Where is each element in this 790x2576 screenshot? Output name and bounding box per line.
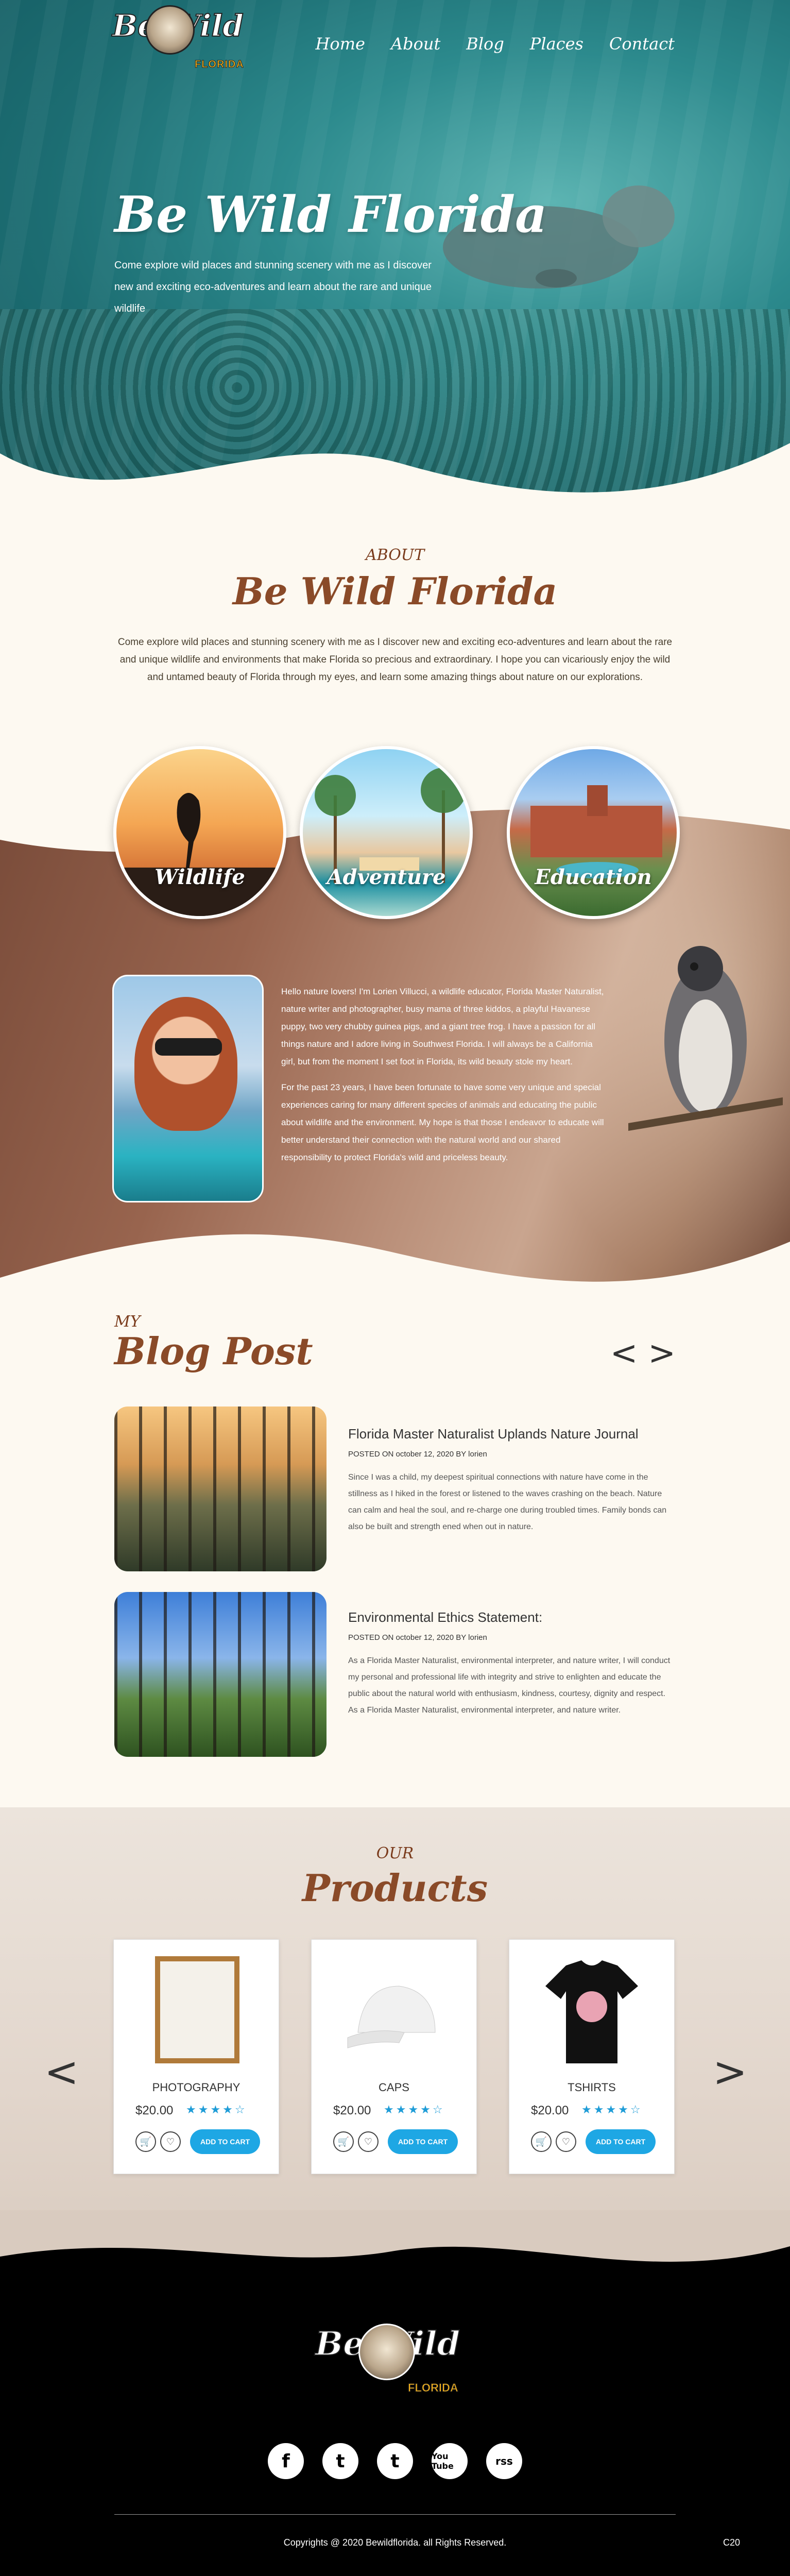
hero-text: Come explore wild places and stunning sc… [114,260,432,314]
blog-prev-button[interactable]: < [610,1337,638,1370]
category-wildlife[interactable]: Wildlife [113,746,286,919]
category-adventure[interactable]: Adventure [300,746,473,919]
product-card[interactable]: CAPS $20.00 ★★★★☆ 🛒 ♡ ADD TO CART [311,1939,477,2174]
about-eyebrow: ABOUT [365,546,425,564]
cart-icon[interactable]: 🛒 [531,2131,552,2152]
category-label: Education [535,865,652,889]
heron-image [116,793,283,916]
product-actions: 🛒 ♡ ADD TO CART [135,2129,261,2154]
rss-icon[interactable]: rss [486,2443,522,2479]
bio-paragraph: Hello nature lovers! I'm Lorien Villucci… [281,987,604,1066]
heart-icon[interactable]: ♡ [358,2131,379,2152]
cap-image [347,1986,436,2048]
product-price: $20.00 [333,2104,371,2117]
product-actions: 🛒 ♡ ADD TO CART [333,2129,458,2154]
campus-image [530,785,662,878]
nav-blog[interactable]: Blog [466,34,504,54]
twitter-icon[interactable]: t [322,2443,358,2479]
author-hair [134,997,237,1131]
blog-eyebrow: MY [114,1313,141,1331]
category-label: Adventure [327,865,446,889]
palm-pool-image [315,768,466,883]
about-text: Come explore wild places and stunning sc… [117,637,673,683]
social-links: f t t You Tube rss [268,2443,522,2479]
post-meta: POSTED ON october 12, 2020 BY lorien [348,1450,487,1459]
falcon-image [628,946,783,1131]
rating-stars: ★★★★☆ [186,2104,247,2116]
product-card[interactable]: TSHIRTS $20.00 ★★★★☆ 🛒 ♡ ADD TO CART [509,1939,675,2174]
product-card[interactable]: PHOTOGRAPHY $20.00 ★★★★☆ 🛒 ♡ ADD TO CART [113,1939,279,2174]
post-title[interactable]: Florida Master Naturalist Uplands Nature… [348,1426,639,1442]
cart-icon[interactable]: 🛒 [135,2131,156,2152]
product-name: TSHIRTS [568,2081,616,2094]
nav-contact[interactable]: Contact [609,34,675,54]
hero-wave [0,443,790,526]
panther-logo-icon [358,2324,415,2380]
footer-wave [0,2210,790,2262]
nav-places[interactable]: Places [530,34,583,54]
products-eyebrow: OUR [376,1844,414,1862]
author-bio: Hello nature lovers! I'm Lorien Villucci… [281,983,606,1166]
add-to-cart-button[interactable]: ADD TO CART [388,2129,458,2154]
post-thumbnail[interactable] [114,1592,327,1757]
blog-pager: < > [610,1337,676,1370]
tumblr-icon[interactable]: t [377,2443,413,2479]
blog-title: Blog Post [114,1329,313,1373]
product-name: PHOTOGRAPHY [152,2081,241,2094]
pine-forest-image [114,1592,327,1757]
rating-stars: ★★★★☆ [581,2104,643,2116]
about-title: Be Wild Florida [232,569,558,613]
footer-divider [114,2514,676,2515]
category-label: Wildlife [154,865,245,889]
post-title[interactable]: Environmental Ethics Statement: [348,1609,542,1625]
products-prev-button[interactable]: < [44,2048,79,2096]
product-actions: 🛒 ♡ ADD TO CART [531,2129,656,2154]
add-to-cart-button[interactable]: ADD TO CART [190,2129,261,2154]
bio-paragraph: For the past 23 years, I have been fortu… [281,1082,604,1162]
products-next-button[interactable]: > [713,2048,747,2096]
main-nav: Home About Blog Places Contact [316,34,675,54]
band-bottom-wave [0,1234,790,1303]
product-price: $20.00 [135,2104,174,2117]
nav-about[interactable]: About [391,34,440,54]
product-price: $20.00 [531,2104,569,2117]
cart-icon[interactable]: 🛒 [333,2131,354,2152]
framed-print-image [155,1956,239,2063]
hero-title: Be Wild Florida [114,185,547,244]
post-meta: POSTED ON october 12, 2020 BY lorien [348,1633,487,1642]
post-thumbnail[interactable] [114,1406,327,1571]
post-excerpt: Since I was a child, my deepest spiritua… [348,1473,667,1531]
post-excerpt: As a Florida Master Naturalist, environm… [348,1656,671,1715]
product-name: CAPS [379,2081,409,2094]
products-title: Products [302,1866,488,1910]
youtube-icon[interactable]: You Tube [432,2443,468,2479]
forest-image [114,1406,327,1571]
sunglasses [155,1038,222,1056]
tshirt-image [545,1960,638,2063]
footer-code: C20 [723,2537,741,2548]
heart-icon[interactable]: ♡ [556,2131,576,2152]
panther-logo-icon [145,5,195,55]
copyright-text: Copyrights @ 2020 Bewildflorida. all Rig… [283,2537,507,2548]
logo-subtitle: FLORIDA [408,2381,459,2395]
heart-icon[interactable]: ♡ [160,2131,181,2152]
author-photo [112,975,264,1202]
category-education[interactable]: Education [507,746,680,919]
rating-stars: ★★★★☆ [384,2104,445,2116]
blog-next-button[interactable]: > [648,1337,676,1370]
nav-home[interactable]: Home [316,34,365,54]
facebook-icon[interactable]: f [268,2443,304,2479]
logo-subtitle: FLORIDA [195,59,244,71]
add-to-cart-button[interactable]: ADD TO CART [586,2129,656,2154]
